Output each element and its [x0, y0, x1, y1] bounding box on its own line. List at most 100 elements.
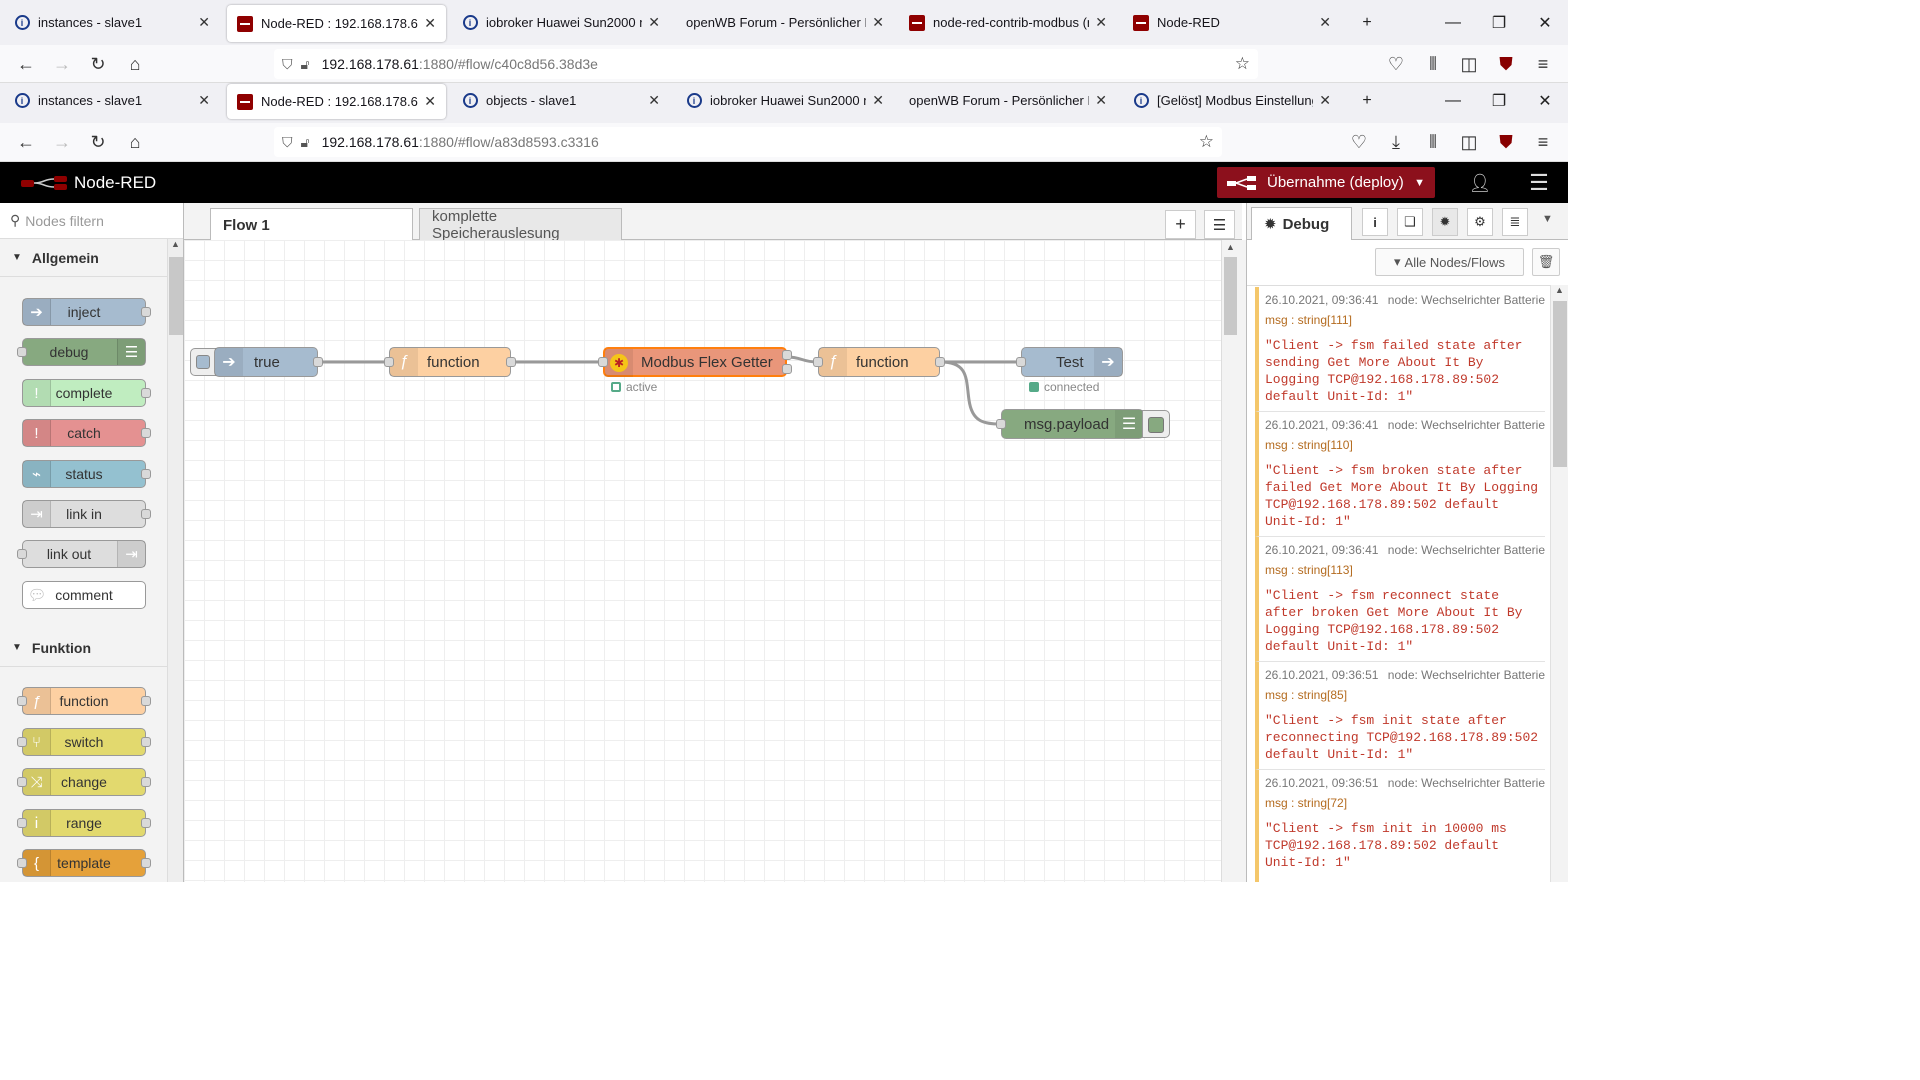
main-menu-icon[interactable]: ☰ [1523, 169, 1555, 197]
output-port[interactable] [506, 357, 516, 367]
palette-node-template[interactable]: {template [17, 849, 151, 877]
input-port[interactable] [996, 419, 1006, 429]
browser-tab[interactable]: Node-RED ✕ [1123, 0, 1341, 45]
output-port[interactable] [313, 357, 323, 367]
ublock-icon[interactable]: ⛊ [1488, 45, 1524, 83]
scroll-up-icon[interactable]: ▲ [1555, 285, 1564, 295]
download-icon[interactable]: ⤓ [1378, 123, 1414, 161]
palette-category-funktion[interactable]: ▼ Funktion [0, 629, 167, 667]
browser-tab-active[interactable]: Node-RED : 192.168.178.61 ✕ [227, 5, 446, 42]
inject-trigger-button[interactable] [190, 348, 216, 376]
url-bar[interactable]: ⛉ 🔓︎ 192.168.178.61:1880/#flow/c40c8d56.… [274, 49, 1258, 79]
sidebar-toggle-icon[interactable]: ◫ [1451, 123, 1487, 161]
menu-icon[interactable]: ≡ [1525, 123, 1561, 161]
new-tab-icon[interactable]: + [1344, 0, 1390, 45]
debug-tab-icon[interactable]: ✹ [1432, 208, 1458, 236]
add-flow-icon[interactable]: + [1165, 210, 1196, 239]
palette-node-function[interactable]: ƒ function [17, 687, 151, 715]
sidebar-toggle-icon[interactable]: ◫ [1451, 45, 1487, 83]
debug-message[interactable]: 26.10.2021, 09:36:51 node: Wechselrichter… [1255, 770, 1545, 882]
forward-icon[interactable]: → [44, 123, 80, 161]
flow-node-test[interactable]: Test ➔ [1016, 347, 1123, 377]
close-tab-icon[interactable]: ✕ [872, 14, 884, 31]
home-icon[interactable]: ⌂ [117, 45, 153, 83]
close-tab-icon[interactable]: ✕ [424, 15, 436, 32]
palette-scrollbar[interactable]: ▲ [167, 239, 183, 882]
close-tab-icon[interactable]: ✕ [198, 92, 210, 109]
flow-node-modbus-flex-getter[interactable]: ✱ Modbus Flex Getter [598, 347, 792, 377]
palette-node-switch[interactable]: ⑂ switch [17, 728, 151, 756]
restore-icon[interactable]: ❐ [1476, 83, 1522, 118]
palette-node-range[interactable]: ⅰ range [17, 809, 151, 837]
browser-tab-active[interactable]: Node-RED : 192.168.178.61 ✕ [227, 84, 446, 119]
scrollbar-thumb[interactable] [1553, 301, 1567, 467]
close-tab-icon[interactable]: ✕ [648, 92, 660, 109]
output-port[interactable] [935, 357, 945, 367]
debug-filter-button[interactable]: ▾ Alle Nodes/Flows [1375, 248, 1524, 276]
context-data-icon[interactable]: ≣ [1502, 208, 1528, 236]
reload-icon[interactable]: ↻ [80, 45, 116, 83]
url-bar[interactable]: ⛉ 🔓︎ 192.168.178.61:1880/#flow/a83d8593.… [274, 127, 1222, 157]
browser-tab[interactable]: openWB Forum - Persönlicher Bereich✕ [676, 0, 894, 45]
bookmark-star-icon[interactable]: ☆ [1235, 54, 1250, 74]
debug-message[interactable]: 26.10.2021, 09:36:41 node: Wechselrichter… [1255, 412, 1545, 537]
close-tab-icon[interactable]: ✕ [1095, 14, 1107, 31]
palette-node-catch[interactable]: ! catch [22, 419, 151, 447]
input-port[interactable] [384, 357, 394, 367]
output-port[interactable] [782, 364, 792, 374]
scrollbar-thumb[interactable] [1224, 257, 1237, 335]
sidebar-dropdown-icon[interactable]: ▼ [1542, 213, 1553, 225]
reload-icon[interactable]: ↻ [80, 123, 116, 161]
palette-node-status[interactable]: ⌁ status [22, 460, 151, 488]
close-window-icon[interactable]: ✕ [1522, 0, 1568, 45]
flow-node-debug[interactable]: msg.payload ☰ [996, 409, 1144, 439]
back-icon[interactable]: ← [8, 45, 44, 83]
debug-message[interactable]: 26.10.2021, 09:36:41 node: Wechselrichter… [1255, 537, 1545, 662]
deploy-dropdown-icon[interactable]: ▼ [1414, 177, 1425, 189]
forward-icon[interactable]: → [44, 45, 80, 83]
debug-toggle-button[interactable] [1142, 410, 1170, 438]
close-tab-icon[interactable]: ✕ [1319, 92, 1331, 109]
tab-komplette-speicherauslesung[interactable]: komplette Speicherauslesung [419, 208, 622, 242]
library-icon[interactable]: ⫴ [1415, 45, 1451, 83]
minimize-icon[interactable]: — [1430, 83, 1476, 118]
input-port[interactable] [813, 357, 823, 367]
back-icon[interactable]: ← [8, 123, 44, 161]
browser-tab[interactable]: node-red-contrib-modbus (node)✕ [899, 0, 1117, 45]
sidebar-separator[interactable] [1238, 240, 1246, 882]
scrollbar-thumb[interactable] [169, 257, 183, 335]
palette-node-change[interactable]: ⤨ change [17, 768, 151, 796]
browser-tab[interactable]: iiobroker Huawei Sun2000 modbus✕ [676, 83, 894, 118]
minimize-icon[interactable]: — [1430, 0, 1476, 45]
browser-tab[interactable]: i instances - slave1 ✕ [4, 0, 220, 45]
flow-canvas[interactable]: ➔ true ƒ function ✱ Modbus Flex Getter a… [184, 240, 1221, 882]
browser-tab[interactable]: i objects - slave1 ✕ [452, 83, 670, 118]
flow-list-icon[interactable]: ☰ [1204, 210, 1235, 239]
palette-node-link-in[interactable]: ⇥ link in [22, 500, 151, 528]
scroll-up-icon[interactable]: ▲ [171, 239, 180, 249]
palette-node-link-out[interactable]: ⇥ link out [17, 540, 146, 568]
palette-node-debug[interactable]: ☰ debug [17, 338, 146, 366]
flow-node-function[interactable]: ƒ function [813, 347, 945, 377]
close-tab-icon[interactable]: ✕ [872, 92, 884, 109]
browser-tab[interactable]: iiobroker Huawei Sun2000 modbus✕ [452, 0, 670, 45]
new-tab-icon[interactable]: + [1344, 83, 1390, 118]
close-tab-icon[interactable]: ✕ [1095, 92, 1107, 109]
tab-debug[interactable]: ✹ Debug [1251, 207, 1352, 240]
workspace-scrollbar[interactable]: ▲ [1221, 240, 1238, 882]
palette-category-allgemein[interactable]: ▼ Allgemein [0, 239, 167, 277]
palette-node-complete[interactable]: ! complete [22, 379, 151, 407]
config-gear-icon[interactable]: ⚙ [1467, 208, 1493, 236]
menu-icon[interactable]: ≡ [1525, 45, 1561, 83]
flow-node-function[interactable]: ƒ function [384, 347, 516, 377]
close-tab-icon[interactable]: ✕ [424, 93, 436, 110]
close-tab-icon[interactable]: ✕ [1319, 14, 1331, 31]
palette-node-comment[interactable]: 💬︎ comment [22, 581, 146, 609]
browser-tab[interactable]: i instances - slave1 ✕ [4, 83, 220, 118]
tab-flow-1[interactable]: Flow 1 [210, 208, 413, 241]
debug-scrollbar[interactable]: ▲ [1550, 285, 1568, 882]
close-tab-icon[interactable]: ✕ [648, 14, 660, 31]
input-port[interactable] [1016, 357, 1026, 367]
scroll-up-icon[interactable]: ▲ [1226, 242, 1235, 252]
home-icon[interactable]: ⌂ [117, 123, 153, 161]
